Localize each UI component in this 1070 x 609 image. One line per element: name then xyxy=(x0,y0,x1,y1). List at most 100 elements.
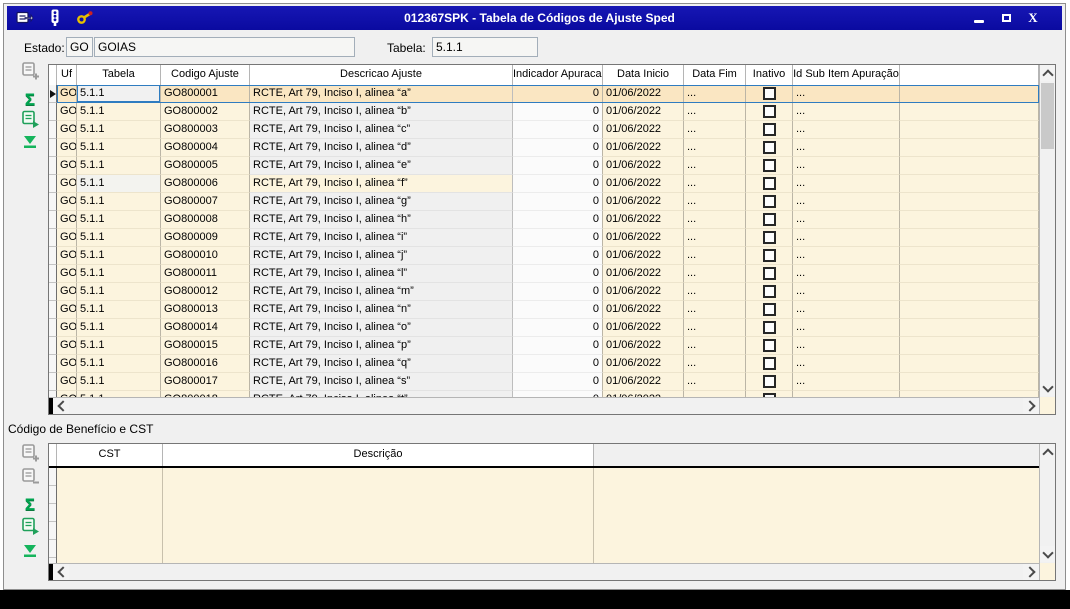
cell-uf[interactable]: GO xyxy=(57,337,77,355)
cell-descricao[interactable]: RCTE, Art 79, Inciso I, alinea “a” xyxy=(250,85,513,103)
scroll-up-button[interactable] xyxy=(1040,444,1055,460)
cst-grid-body[interactable] xyxy=(49,468,1039,563)
cell-filler[interactable] xyxy=(900,157,1039,175)
cell-filler[interactable] xyxy=(900,283,1039,301)
scroll-track[interactable] xyxy=(69,398,1023,414)
cell-descricao[interactable]: RCTE, Art 79, Inciso I, alinea “m” xyxy=(250,283,513,301)
cell-descricao[interactable]: RCTE, Art 79, Inciso I, alinea “p” xyxy=(250,337,513,355)
cell-tabela[interactable]: 5.1.1 xyxy=(77,319,161,337)
horizontal-scrollbar[interactable] xyxy=(49,397,1039,414)
table-row[interactable]: GO 5.1.1 GO800005 RCTE, Art 79, Inciso I, a… xyxy=(49,157,1039,175)
cell-data_inicio[interactable]: 01/06/2022 xyxy=(603,355,684,373)
cell-inativo[interactable] xyxy=(746,193,793,211)
cell-data_inicio[interactable]: 01/06/2022 xyxy=(603,85,684,103)
table-row[interactable]: GO 5.1.1 GO800013 RCTE, Art 79, Inciso I, a… xyxy=(49,301,1039,319)
cell-data_fim[interactable]: ... xyxy=(684,229,746,247)
cell-filler[interactable] xyxy=(900,193,1039,211)
cell-filler[interactable] xyxy=(900,85,1039,103)
cell-id_sub[interactable]: ... xyxy=(793,175,900,193)
inativo-checkbox[interactable] xyxy=(762,123,776,136)
cell-uf[interactable]: GO xyxy=(57,301,77,319)
cell-data_inicio[interactable]: 01/06/2022 xyxy=(603,121,684,139)
scroll-thumb[interactable] xyxy=(1041,83,1054,149)
add-record-button[interactable] xyxy=(17,62,43,85)
cell-inativo[interactable] xyxy=(746,175,793,193)
cell-filler[interactable] xyxy=(900,121,1039,139)
inativo-checkbox[interactable] xyxy=(762,141,776,154)
cell-tabela[interactable]: 5.1.1 xyxy=(77,85,161,103)
descricao-column[interactable] xyxy=(163,468,594,563)
cell-id_sub[interactable]: ... xyxy=(793,193,900,211)
cell-codigo[interactable]: GO800006 xyxy=(161,175,250,193)
cell-inativo[interactable] xyxy=(746,373,793,391)
cell-codigo[interactable]: GO800012 xyxy=(161,283,250,301)
minimize-button[interactable] xyxy=(972,10,986,26)
cell-id_sub[interactable]: ... xyxy=(793,373,900,391)
cell-data_inicio[interactable]: 01/06/2022 xyxy=(603,175,684,193)
titlebar[interactable]: 012367SPK - Tabela de Códigos de Ajuste … xyxy=(7,6,1062,30)
cell-data_inicio[interactable]: 01/06/2022 xyxy=(603,193,684,211)
cell-indicador[interactable]: 0 xyxy=(513,355,603,373)
vertical-scrollbar[interactable] xyxy=(1039,65,1055,397)
col-header-id_sub[interactable]: Id Sub Item Apuração xyxy=(793,65,900,85)
cell-data_fim[interactable]: ... xyxy=(684,85,746,103)
cell-codigo[interactable]: GO800013 xyxy=(161,301,250,319)
cst-sum-button[interactable]: Σ xyxy=(17,493,43,516)
vertical-scrollbar[interactable] xyxy=(1039,444,1055,563)
cell-inativo[interactable] xyxy=(746,265,793,283)
form-export-icon[interactable] xyxy=(15,9,35,27)
table-row[interactable]: GO 5.1.1 GO800008 RCTE, Art 79, Inciso I, a… xyxy=(49,211,1039,229)
cell-data_inicio[interactable]: 01/06/2022 xyxy=(603,319,684,337)
cell-uf[interactable]: GO xyxy=(57,319,77,337)
cell-data_fim[interactable]: ... xyxy=(684,175,746,193)
inativo-checkbox[interactable] xyxy=(762,231,776,244)
cell-tabela[interactable]: 5.1.1 xyxy=(77,247,161,265)
cell-data_fim[interactable]: ... xyxy=(684,283,746,301)
cell-tabela[interactable]: 5.1.1 xyxy=(77,157,161,175)
cell-indicador[interactable]: 0 xyxy=(513,85,603,103)
cell-inativo[interactable] xyxy=(746,211,793,229)
cell-inativo[interactable] xyxy=(746,229,793,247)
cell-tabela[interactable]: 5.1.1 xyxy=(77,211,161,229)
cell-descricao[interactable]: RCTE, Art 79, Inciso I, alinea “d” xyxy=(250,139,513,157)
cell-data_inicio[interactable]: 01/06/2022 xyxy=(603,139,684,157)
cell-inativo[interactable] xyxy=(746,355,793,373)
cell-codigo[interactable]: GO800003 xyxy=(161,121,250,139)
col-header-uf[interactable]: Uf xyxy=(57,65,77,85)
table-row[interactable]: GO 5.1.1 GO800001 RCTE, Art 79, Inciso I, a… xyxy=(49,85,1039,103)
table-row[interactable]: GO 5.1.1 GO800011 RCTE, Art 79, Inciso I, a… xyxy=(49,265,1039,283)
wrench-icon[interactable] xyxy=(75,9,95,27)
cell-id_sub[interactable]: ... xyxy=(793,337,900,355)
col-header-codigo[interactable]: Codigo Ajuste xyxy=(161,65,250,85)
cell-data_inicio[interactable]: 01/06/2022 xyxy=(603,247,684,265)
cell-uf[interactable]: GO xyxy=(57,373,77,391)
cell-filler[interactable] xyxy=(900,337,1039,355)
cell-inativo[interactable] xyxy=(746,157,793,175)
cell-tabela[interactable]: 5.1.1 xyxy=(77,175,161,193)
cell-uf[interactable]: GO xyxy=(57,85,77,103)
inativo-checkbox[interactable] xyxy=(762,213,776,226)
col-header-data_inicio[interactable]: Data Inicio xyxy=(603,65,684,85)
cell-filler[interactable] xyxy=(900,265,1039,283)
cell-descricao[interactable]: RCTE, Art 79, Inciso I, alinea “s” xyxy=(250,373,513,391)
sum-button[interactable]: Σ xyxy=(17,88,43,111)
cell-inativo[interactable] xyxy=(746,247,793,265)
table-row[interactable]: GO 5.1.1 GO800010 RCTE, Art 79, Inciso I, a… xyxy=(49,247,1039,265)
inativo-checkbox[interactable] xyxy=(762,285,776,298)
cell-indicador[interactable]: 0 xyxy=(513,265,603,283)
estado-nome-input[interactable] xyxy=(94,37,355,57)
cell-uf[interactable]: GO xyxy=(57,103,77,121)
cell-data_fim[interactable]: ... xyxy=(684,121,746,139)
cell-codigo[interactable]: GO800001 xyxy=(161,85,250,103)
table-row[interactable]: GO 5.1.1 GO800009 RCTE, Art 79, Inciso I, a… xyxy=(49,229,1039,247)
cell-filler[interactable] xyxy=(900,319,1039,337)
cell-id_sub[interactable]: ... xyxy=(793,211,900,229)
inativo-checkbox[interactable] xyxy=(762,195,776,208)
inativo-checkbox[interactable] xyxy=(762,87,776,100)
cell-data_fim[interactable]: ... xyxy=(684,157,746,175)
cell-indicador[interactable]: 0 xyxy=(513,373,603,391)
cell-data_fim[interactable]: ... xyxy=(684,193,746,211)
cell-uf[interactable]: GO xyxy=(57,175,77,193)
cell-codigo[interactable]: GO800007 xyxy=(161,193,250,211)
cell-id_sub[interactable]: ... xyxy=(793,85,900,103)
